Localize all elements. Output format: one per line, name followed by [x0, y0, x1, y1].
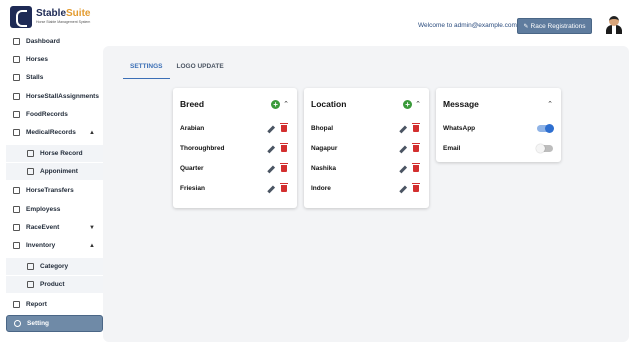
list-item: Nagapur	[311, 142, 421, 154]
sidebar-item-horses[interactable]: Horses	[6, 51, 103, 68]
breed-card-title: Breed	[180, 99, 205, 109]
sidebar-item-appointment[interactable]: Apponiment	[6, 163, 103, 180]
welcome-text: Welcome to admin@example.com	[418, 22, 517, 29]
transfer-icon	[13, 187, 20, 194]
delete-icon[interactable]	[280, 122, 288, 132]
stall-icon	[13, 74, 20, 81]
sidebar-item-stalls[interactable]: Stalls	[6, 69, 103, 86]
sidebar-item-dashboard[interactable]: Dashboard	[6, 33, 103, 50]
edit-icon[interactable]	[266, 184, 275, 193]
sidebar-item-inventory[interactable]: Inventory ▲	[6, 237, 103, 254]
edit-icon[interactable]	[266, 144, 275, 153]
delete-icon[interactable]	[412, 142, 420, 152]
message-card-title: Message	[443, 99, 479, 109]
tab-logo-update[interactable]: LOGO UPDATE	[170, 59, 231, 79]
sidebar-item-horse-stall-assignments[interactable]: HorseStallAssignments	[6, 88, 103, 105]
inventory-icon	[13, 242, 20, 249]
report-chart-icon	[13, 301, 20, 308]
chevron-up-icon: ▲	[89, 129, 95, 136]
list-item: Friesian	[180, 182, 289, 194]
add-breed-button[interactable]: +	[271, 99, 281, 109]
logo-subtitle: Horse Stable Management System	[36, 20, 91, 25]
employees-icon	[13, 206, 20, 213]
sidebar-item-setting[interactable]: Setting	[6, 315, 103, 332]
logo-mark-icon	[10, 6, 32, 28]
delete-icon[interactable]	[412, 182, 420, 192]
sidebar-item-horse-transfers[interactable]: HorseTransfers	[6, 182, 103, 199]
edit-icon[interactable]	[266, 164, 275, 173]
delete-icon[interactable]	[412, 122, 420, 132]
main-content: SETTINGS LOGO UPDATE Breed + ⌃ Arabian T…	[103, 46, 629, 342]
breed-card: Breed + ⌃ Arabian Thoroughbred Quarter F…	[173, 88, 297, 208]
sidebar-item-race-event[interactable]: RaceEvent ▼	[6, 219, 103, 236]
sidebar: Dashboard Horses Stalls HorseStallAssign…	[6, 33, 103, 337]
sidebar-item-employees[interactable]: Employess	[6, 201, 103, 218]
message-option-email: Email	[443, 142, 553, 154]
delete-icon[interactable]	[280, 142, 288, 152]
race-registrations-button[interactable]: ✎ Race Registrations	[517, 18, 592, 34]
chevron-up-icon[interactable]: ⌃	[283, 100, 289, 108]
chevron-up-icon[interactable]: ⌃	[415, 100, 421, 108]
bag-icon	[27, 281, 34, 288]
sidebar-item-product[interactable]: Product	[6, 276, 103, 293]
gear-icon	[14, 320, 21, 327]
race-icon	[13, 224, 20, 231]
edit-icon[interactable]	[398, 164, 407, 173]
list-item: Bhopal	[311, 122, 421, 134]
calendar-icon	[27, 168, 34, 175]
avatar[interactable]	[606, 16, 622, 34]
delete-icon[interactable]	[412, 162, 420, 172]
chevron-up-icon: ▲	[89, 242, 95, 249]
location-card-title: Location	[311, 99, 347, 109]
settings-tabs: SETTINGS LOGO UPDATE	[123, 59, 231, 79]
message-card: Message ⌃ WhatsApp Email	[436, 88, 561, 162]
edit-icon[interactable]	[398, 144, 407, 153]
delete-icon[interactable]	[280, 182, 288, 192]
medical-icon	[13, 129, 20, 136]
sidebar-item-horse-record[interactable]: Horse Record	[6, 145, 103, 162]
sidebar-item-report[interactable]: Report	[6, 296, 103, 313]
food-icon	[13, 111, 20, 118]
add-location-button[interactable]: +	[403, 99, 413, 109]
tag-icon	[27, 263, 34, 270]
list-item: Quarter	[180, 162, 289, 174]
tab-settings[interactable]: SETTINGS	[123, 59, 170, 79]
message-option-whatsapp: WhatsApp	[443, 122, 554, 134]
delete-icon[interactable]	[280, 162, 288, 172]
sidebar-item-medical-records[interactable]: MedicalRecords ▲	[6, 124, 103, 141]
edit-icon[interactable]	[266, 124, 275, 133]
document-icon	[27, 150, 34, 157]
sidebar-item-category[interactable]: Category	[6, 258, 103, 275]
email-toggle[interactable]	[536, 143, 553, 153]
list-item: Indore	[311, 182, 421, 194]
dashboard-icon	[13, 38, 20, 45]
chevron-up-icon[interactable]: ⌃	[547, 100, 553, 108]
whatsapp-toggle[interactable]	[537, 123, 554, 133]
horse-icon	[13, 56, 20, 63]
assignment-icon	[13, 93, 20, 100]
location-card: Location + ⌃ Bhopal Nagapur Nashika Indo…	[304, 88, 429, 208]
chevron-down-icon: ▼	[89, 224, 95, 231]
list-item: Arabian	[180, 122, 289, 134]
edit-icon[interactable]	[398, 124, 407, 133]
app-logo[interactable]: StableSuite Horse Stable Management Syst…	[10, 6, 90, 28]
list-item: Nashika	[311, 162, 421, 174]
logo-title: StableSuite	[36, 8, 91, 20]
edit-icon[interactable]	[398, 184, 407, 193]
list-item: Thoroughbred	[180, 142, 289, 154]
pencil-icon: ✎	[523, 23, 529, 30]
sidebar-item-food-records[interactable]: FoodRecords	[6, 106, 103, 123]
